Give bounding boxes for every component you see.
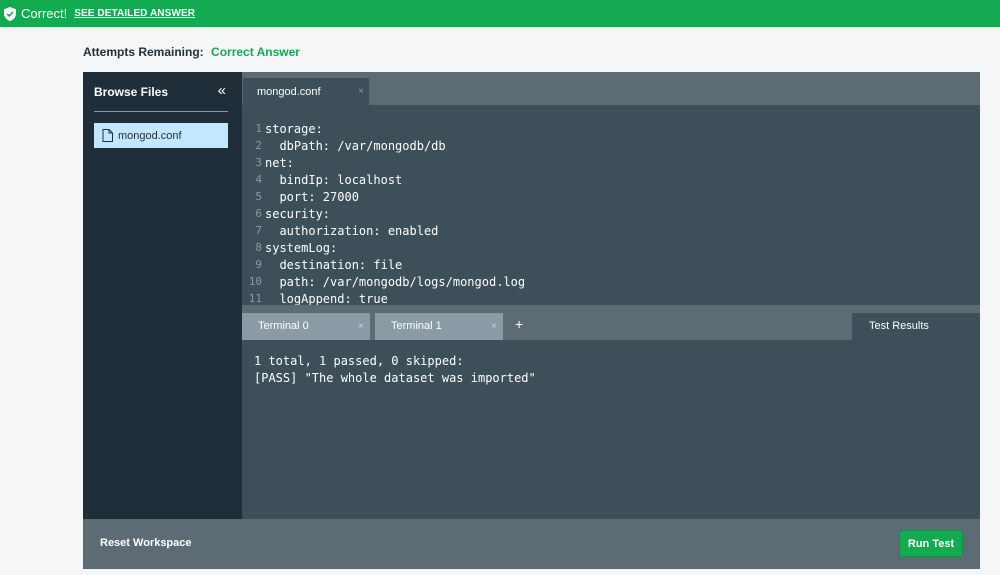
line-text: port: 27000 <box>265 190 359 204</box>
code-line: 3 net: <box>242 156 980 173</box>
code-line: 4 bindIp: localhost <box>242 173 980 190</box>
code-line: 11 logAppend: true <box>242 292 980 305</box>
line-number: 1 <box>255 122 262 135</box>
code-line: 2 dbPath: /var/mongodb/db <box>242 139 980 156</box>
line-text: net: <box>265 156 294 170</box>
tab-test-results[interactable]: Test Results <box>852 313 980 340</box>
line-number: 8 <box>255 241 262 254</box>
sidebar-header: Browse Files « <box>94 83 228 112</box>
line-number: 7 <box>255 224 262 237</box>
output-line: 1 total, 1 passed, 0 skipped: <box>254 354 464 368</box>
file-item-mongod-conf[interactable]: mongod.conf <box>94 123 228 148</box>
line-number: 10 <box>248 275 262 288</box>
output-line: [PASS] "The whole dataset was imported" <box>254 371 536 385</box>
line-text: path: /var/mongodb/logs/mongod.log <box>265 275 526 289</box>
line-text: dbPath: /var/mongodb/db <box>265 139 446 153</box>
sidebar-title: Browse Files <box>94 85 169 99</box>
code-line: 10 path: /var/mongodb/logs/mongod.log <box>242 275 980 292</box>
code-line: 7 authorization: enabled <box>242 224 980 241</box>
close-tab-icon[interactable]: × <box>358 321 364 332</box>
line-text: bindIp: localhost <box>265 173 403 187</box>
run-test-button[interactable]: Run Test <box>899 530 963 557</box>
editor-tab-bar: mongod.conf × <box>242 72 980 105</box>
line-number: 11 <box>248 292 262 305</box>
file-browser-sidebar: Browse Files « mongod.conf <box>83 72 242 519</box>
shield-check-icon <box>4 6 16 21</box>
tab-label: Terminal 0 <box>258 320 309 332</box>
code-line: 6 security: <box>242 207 980 224</box>
code-line: 9 destination: file <box>242 258 980 275</box>
collapse-sidebar-icon[interactable]: « <box>218 83 226 98</box>
line-text: storage: <box>265 122 323 136</box>
line-number: 6 <box>255 207 262 220</box>
line-text: logAppend: true <box>265 292 388 305</box>
tab-label: Test Results <box>869 320 929 332</box>
see-detailed-answer-link[interactable]: SEE DETAILED ANSWER <box>74 8 195 19</box>
line-text: security: <box>265 207 331 221</box>
line-text: systemLog: <box>265 241 338 255</box>
test-results-output: 1 total, 1 passed, 0 skipped: [PASS] "Th… <box>242 340 980 519</box>
tab-terminal-0[interactable]: Terminal 0 × <box>242 313 370 340</box>
close-tab-icon[interactable]: × <box>491 321 497 332</box>
status-text: Correct! <box>21 6 68 21</box>
code-line: 1 storage: <box>242 122 980 139</box>
workspace-footer: Reset Workspace Run Test <box>83 519 980 569</box>
attempts-remaining: Attempts Remaining: Correct Answer <box>83 45 300 59</box>
add-terminal-button[interactable]: + <box>515 316 523 332</box>
close-tab-icon[interactable]: × <box>358 86 364 97</box>
line-number: 2 <box>255 139 262 152</box>
terminal-tab-bar: Terminal 0 × Terminal 1 × + Test Results <box>242 305 980 340</box>
workspace: Browse Files « mongod.conf mongod.conf ×… <box>83 72 980 569</box>
tab-mongod-conf[interactable]: mongod.conf × <box>243 78 369 105</box>
code-line: 5 port: 27000 <box>242 190 980 207</box>
line-number: 4 <box>255 173 262 186</box>
reset-workspace-button[interactable]: Reset Workspace <box>100 537 192 549</box>
line-text: destination: file <box>265 258 403 272</box>
file-icon <box>102 129 113 142</box>
attempts-value: Correct Answer <box>211 45 300 59</box>
line-text: authorization: enabled <box>265 224 439 238</box>
file-name: mongod.conf <box>118 129 182 142</box>
line-number: 3 <box>255 156 262 169</box>
tab-label: mongod.conf <box>257 86 321 98</box>
attempts-label: Attempts Remaining: <box>83 45 204 59</box>
code-line: 8 systemLog: <box>242 241 980 258</box>
tab-terminal-1[interactable]: Terminal 1 × <box>375 313 503 340</box>
line-number: 5 <box>255 190 262 203</box>
code-editor[interactable]: 1 storage: 2 dbPath: /var/mongodb/db 3 net… <box>242 105 980 305</box>
line-number: 9 <box>255 258 262 271</box>
tab-label: Terminal 1 <box>391 320 442 332</box>
status-banner: Correct! SEE DETAILED ANSWER <box>0 0 1000 27</box>
